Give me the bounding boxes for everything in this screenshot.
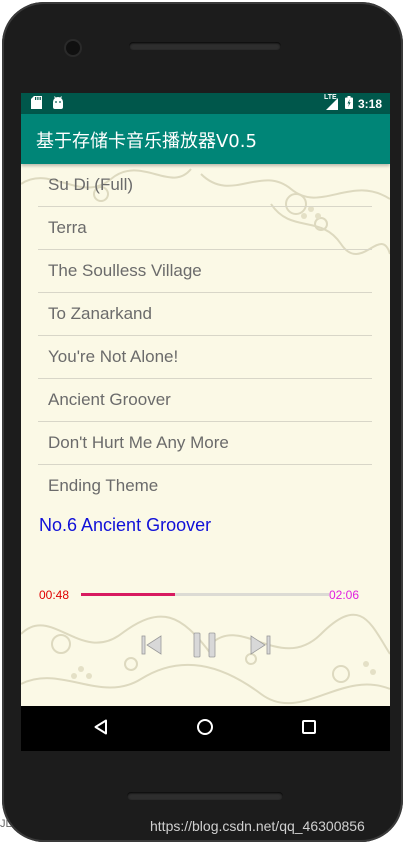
device-screen: LTE 3:18 基于存储卡音乐播放器V0.5 Su Di (Full) Ter… [21, 93, 390, 751]
back-button[interactable] [89, 717, 113, 741]
back-icon [93, 719, 109, 739]
earpiece-speaker [129, 42, 281, 50]
app-title: 基于存储卡音乐播放器V0.5 [36, 131, 257, 152]
sd-card-icon [31, 96, 42, 112]
skip-previous-icon [140, 634, 164, 660]
pause-icon [191, 631, 219, 663]
watermark: https://blog.csdn.net/qq_46300856 [150, 818, 365, 834]
next-button[interactable] [245, 632, 275, 662]
battery-icon [344, 96, 353, 112]
phone-frame: LTE 3:18 基于存储卡音乐播放器V0.5 Su Di (Full) Ter… [2, 2, 403, 842]
song-title: Don't Hurt Me Any More [48, 433, 229, 452]
app-bar: 基于存储卡音乐播放器V0.5 [21, 114, 390, 164]
side-text: JL [0, 818, 12, 830]
home-icon [196, 718, 214, 740]
bottom-speaker [127, 792, 283, 800]
song-title: Su Di (Full) [48, 175, 134, 194]
list-item[interactable]: The Soulless Village [38, 250, 372, 293]
recents-icon [301, 719, 317, 739]
list-item[interactable]: To Zanarkand [38, 293, 372, 336]
playback-controls [21, 632, 390, 672]
status-bar: LTE 3:18 [21, 93, 390, 114]
list-item[interactable]: Su Di (Full) [38, 164, 372, 207]
seek-progress [81, 593, 176, 596]
song-list[interactable]: Su Di (Full) Terra The Soulless Village … [38, 164, 372, 501]
list-item[interactable]: Terra [38, 207, 372, 250]
list-item[interactable]: You're Not Alone! [38, 336, 372, 379]
song-title: Terra [48, 218, 87, 237]
player-content: Su Di (Full) Terra The Soulless Village … [21, 164, 390, 706]
seek-bar[interactable] [81, 593, 329, 596]
list-item[interactable]: Don't Hurt Me Any More [38, 422, 372, 465]
clock: 3:18 [357, 97, 382, 111]
song-title: You're Not Alone! [48, 347, 179, 366]
song-title: To Zanarkand [48, 304, 152, 323]
signal-icon: LTE [324, 94, 340, 111]
skip-next-icon [248, 634, 272, 660]
pause-button[interactable] [190, 632, 220, 662]
song-title: Ending Theme [48, 476, 159, 495]
total-time: 02:06 [329, 588, 360, 602]
song-title: The Soulless Village [48, 261, 202, 280]
recents-button[interactable] [297, 717, 321, 741]
current-time: 00:48 [39, 588, 70, 602]
home-button[interactable] [193, 717, 217, 741]
list-item[interactable]: Ancient Groover [38, 379, 372, 422]
song-title: Ancient Groover [48, 390, 171, 409]
front-camera [66, 41, 80, 55]
android-icon [52, 96, 64, 112]
navigation-bar [21, 706, 390, 751]
previous-button[interactable] [137, 632, 167, 662]
now-playing-label: No.6 Ancient Groover [39, 515, 212, 535]
list-item[interactable]: Ending Theme [38, 465, 372, 501]
